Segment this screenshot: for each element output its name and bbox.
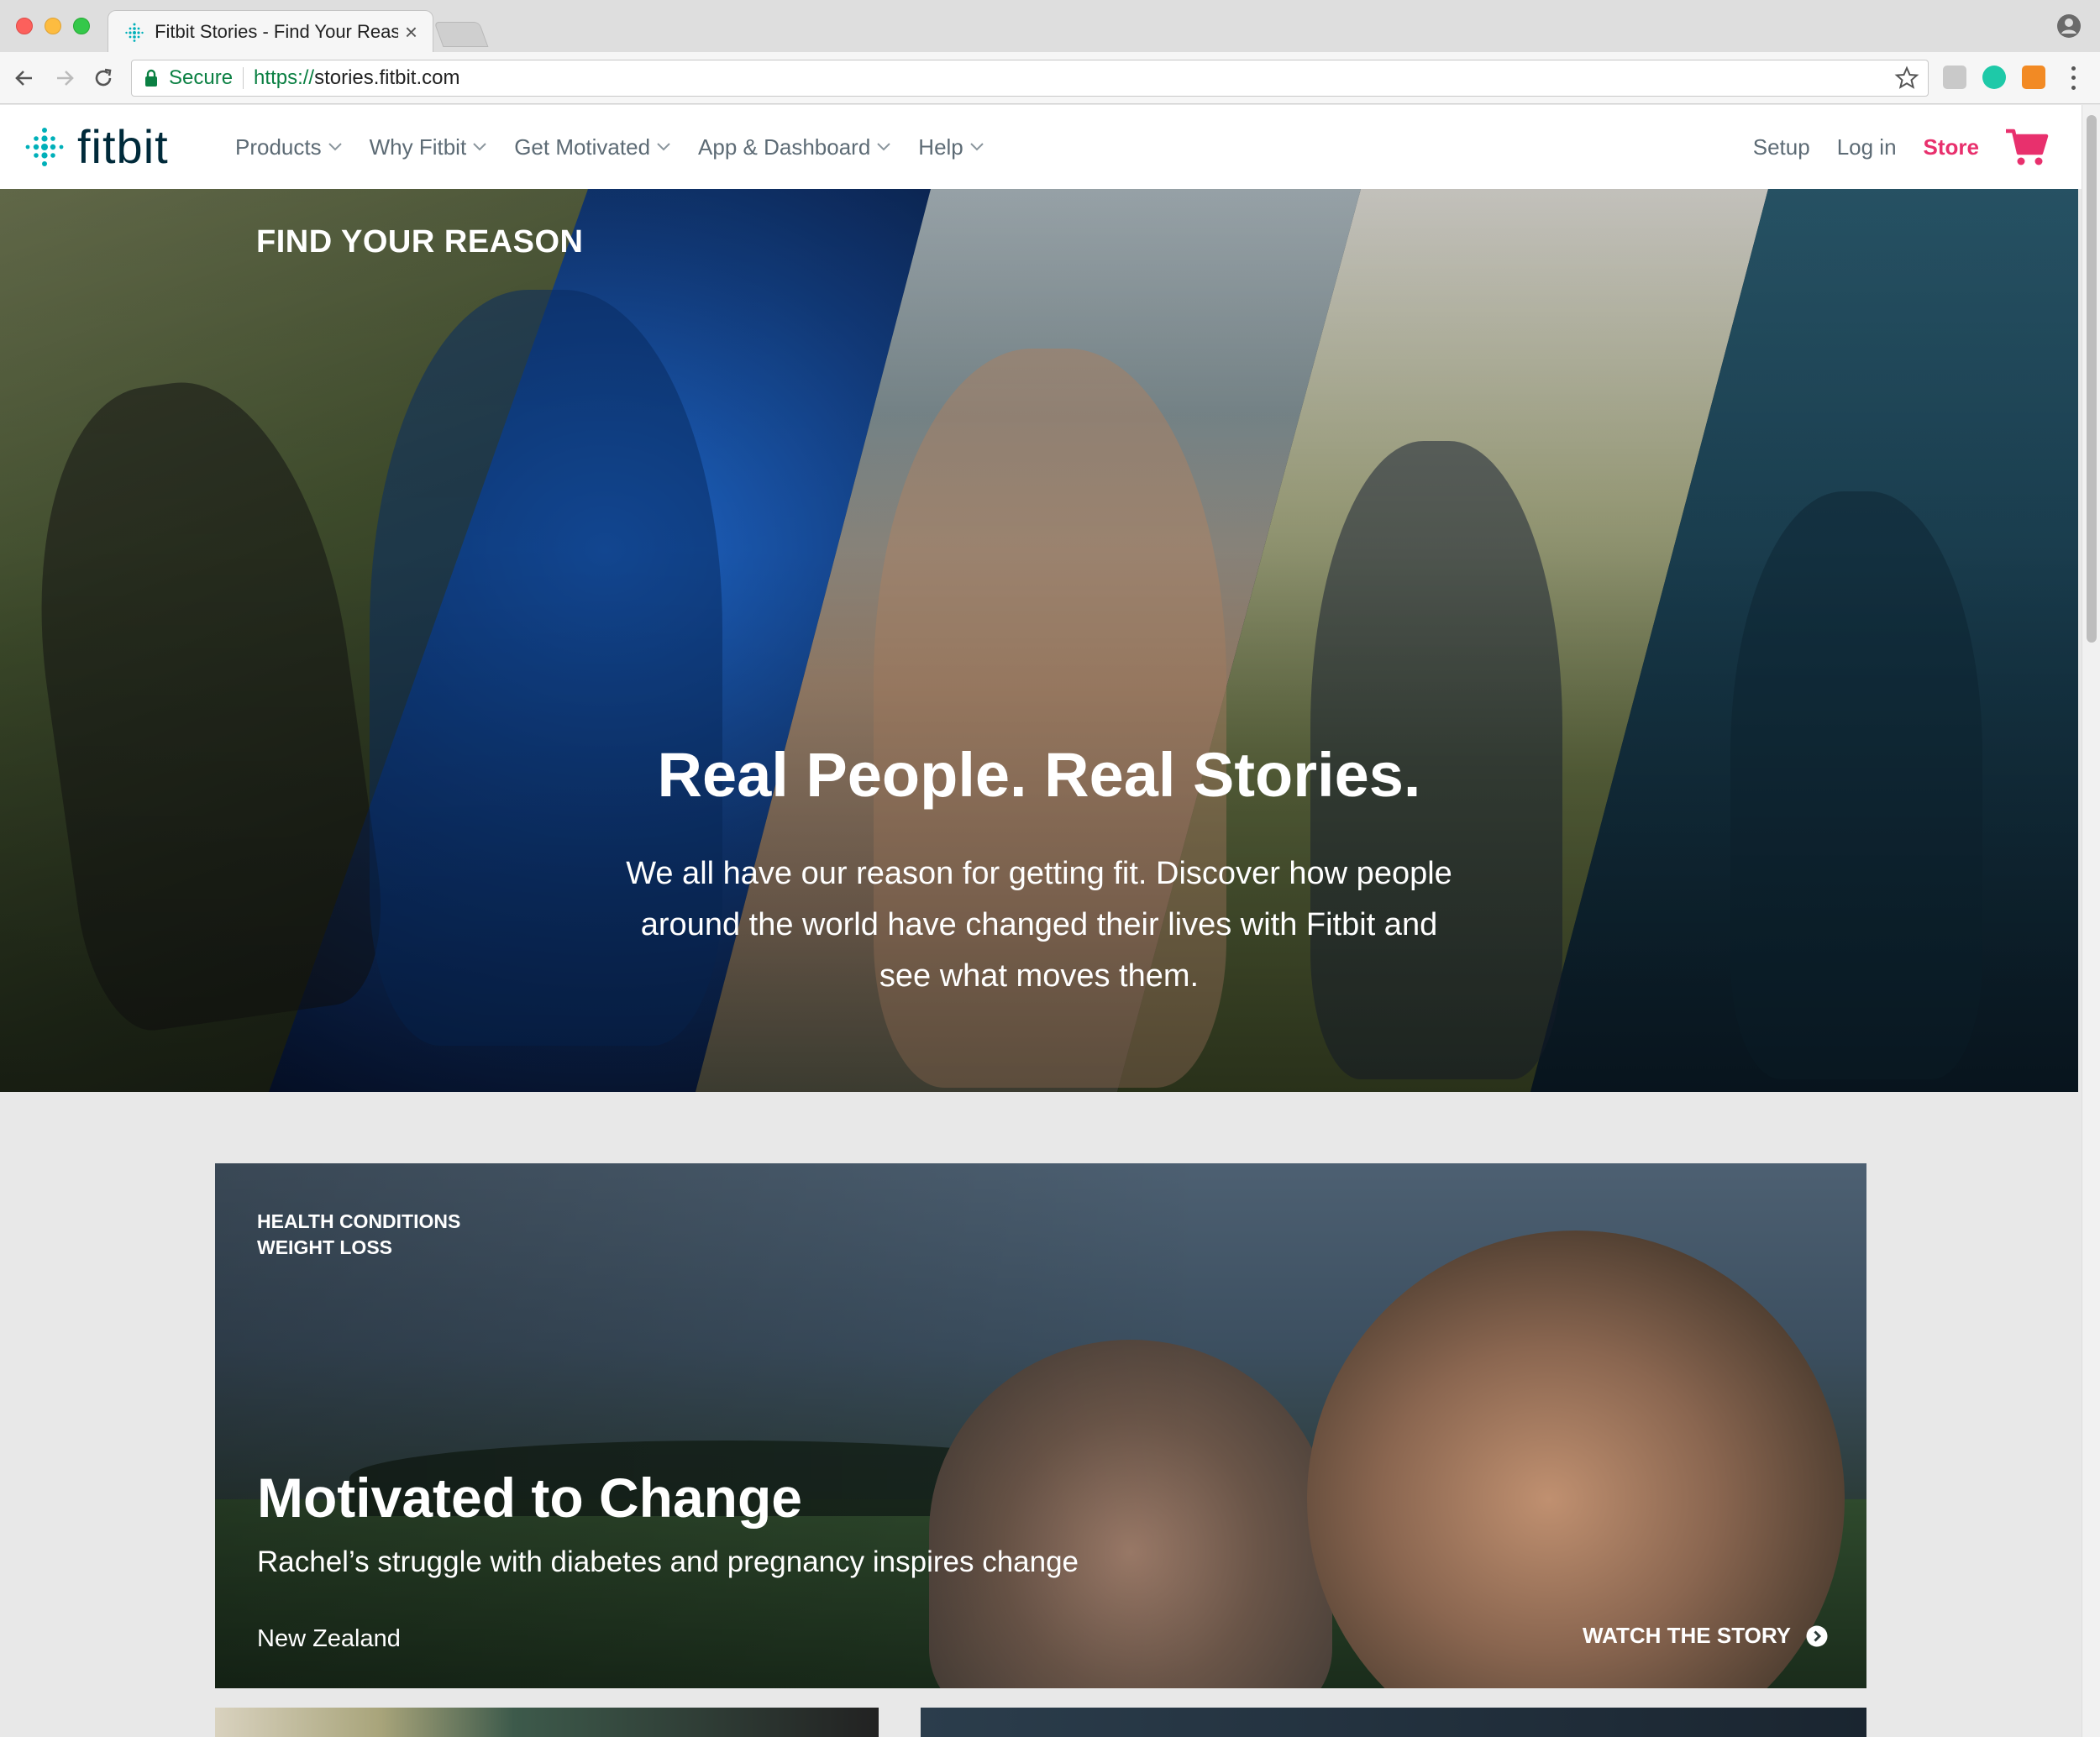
forward-button[interactable] bbox=[50, 64, 79, 92]
logo-wordmark: fitbit bbox=[77, 120, 169, 173]
nav-label: Why Fitbit bbox=[369, 134, 467, 160]
main-nav: Products Why Fitbit Get Motivated App & … bbox=[235, 105, 1011, 189]
hero-copy-line: We all have our reason for getting fit. … bbox=[626, 856, 1452, 891]
browser-tab-active[interactable]: Fitbit Stories - Find Your Reas × bbox=[108, 10, 433, 52]
hero-banner: FIND YOUR REASON Real People. Real Stori… bbox=[0, 189, 2078, 1092]
url-scheme: https:// bbox=[254, 66, 315, 89]
story-tag-weight-loss[interactable]: WEIGHT LOSS bbox=[257, 1235, 460, 1261]
extension-icon[interactable] bbox=[1943, 66, 1966, 89]
reload-button[interactable] bbox=[89, 64, 118, 92]
featured-story-card[interactable]: HEALTH CONDITIONS WEIGHT LOSS Motivated … bbox=[215, 1163, 1866, 1688]
browser-toolbar: Secure https:// stories.fitbit.com bbox=[0, 52, 2100, 104]
hero-title: Real People. Real Stories. bbox=[657, 740, 1421, 810]
story-card-preview[interactable] bbox=[921, 1708, 1866, 1737]
browser-menu-icon[interactable] bbox=[2065, 64, 2082, 92]
nav-item-help[interactable]: Help bbox=[918, 134, 984, 160]
story-location: New Zealand bbox=[257, 1625, 401, 1652]
secure-label: Secure bbox=[169, 66, 234, 89]
tab-title: Fitbit Stories - Find Your Reas bbox=[155, 20, 398, 42]
fitbit-logo-icon bbox=[25, 128, 64, 166]
story-subtitle: Rachel’s struggle with diabetes and preg… bbox=[257, 1545, 1079, 1578]
story-tags: HEALTH CONDITIONS WEIGHT LOSS bbox=[257, 1209, 460, 1261]
extension-icon[interactable] bbox=[1982, 66, 2006, 89]
story-tag-health-conditions[interactable]: HEALTH CONDITIONS bbox=[257, 1209, 460, 1235]
bookmark-star-icon[interactable] bbox=[1894, 66, 1919, 91]
window-zoom-button[interactable] bbox=[73, 18, 90, 34]
nav-item-app-dashboard[interactable]: App & Dashboard bbox=[698, 134, 891, 160]
tab-close-icon[interactable]: × bbox=[405, 21, 417, 43]
chevron-down-icon bbox=[473, 143, 486, 151]
chevron-down-icon bbox=[970, 143, 984, 151]
nav-item-get-motivated[interactable]: Get Motivated bbox=[514, 134, 670, 160]
window-close-button[interactable] bbox=[16, 18, 33, 34]
new-tab-button[interactable] bbox=[433, 22, 489, 47]
window-minimize-button[interactable] bbox=[45, 18, 61, 34]
web-page: fitbit Products Why Fitbit Get Motivated… bbox=[0, 105, 2100, 1737]
store-link[interactable]: Store bbox=[1924, 134, 1979, 160]
hero-eyebrow: FIND YOUR REASON bbox=[256, 224, 584, 260]
site-header: fitbit Products Why Fitbit Get Motivated… bbox=[0, 105, 2082, 189]
story-overlay bbox=[215, 1163, 1866, 1688]
reload-icon bbox=[95, 68, 112, 87]
hero-copy-line: see what moves them. bbox=[879, 958, 1200, 994]
chevron-down-icon bbox=[328, 143, 342, 151]
nav-item-why-fitbit[interactable]: Why Fitbit bbox=[370, 134, 487, 160]
page-scrollbar[interactable] bbox=[2082, 105, 2100, 1737]
setup-link[interactable]: Setup bbox=[1753, 134, 1810, 160]
login-link[interactable]: Log in bbox=[1837, 134, 1897, 160]
watch-story-label: WATCH THE STORY bbox=[1583, 1623, 1791, 1648]
lock-icon bbox=[145, 69, 157, 87]
url-separator bbox=[243, 67, 244, 89]
url-host: stories.fitbit.com bbox=[314, 66, 460, 89]
nav-label: App & Dashboard bbox=[698, 134, 871, 160]
story-title[interactable]: Motivated to Change bbox=[257, 1466, 802, 1530]
fitbit-favicon-icon bbox=[123, 21, 144, 43]
extension-icon[interactable] bbox=[2022, 66, 2045, 89]
fitbit-logo[interactable]: fitbit bbox=[24, 123, 169, 171]
nav-label: Help bbox=[918, 134, 963, 160]
shopping-cart-icon[interactable] bbox=[2004, 126, 2050, 168]
nav-item-products[interactable]: Products bbox=[235, 134, 342, 160]
address-bar[interactable]: Secure https:// stories.fitbit.com bbox=[131, 60, 1929, 97]
forward-arrow-icon bbox=[57, 71, 74, 86]
chevron-down-icon bbox=[657, 143, 670, 151]
back-arrow-icon bbox=[15, 71, 32, 86]
utility-nav: Setup Log in Store bbox=[1726, 105, 2050, 189]
profile-icon[interactable] bbox=[2056, 13, 2082, 39]
nav-label: Get Motivated bbox=[514, 134, 651, 160]
watch-story-button[interactable]: WATCH THE STORY bbox=[1583, 1623, 1828, 1649]
arrow-circle-right-icon bbox=[1806, 1625, 1828, 1646]
browser-tab-bar: Fitbit Stories - Find Your Reas × bbox=[0, 0, 2100, 52]
scrollbar-thumb[interactable] bbox=[2087, 115, 2097, 643]
hero-copy: We all have our reason for getting fit. … bbox=[577, 848, 1501, 1002]
back-button[interactable] bbox=[10, 64, 39, 92]
nav-label: Products bbox=[235, 134, 322, 160]
chevron-down-icon bbox=[877, 143, 891, 151]
hero-copy-line: around the world have changed their live… bbox=[640, 907, 1438, 942]
story-card-preview[interactable] bbox=[215, 1708, 879, 1737]
